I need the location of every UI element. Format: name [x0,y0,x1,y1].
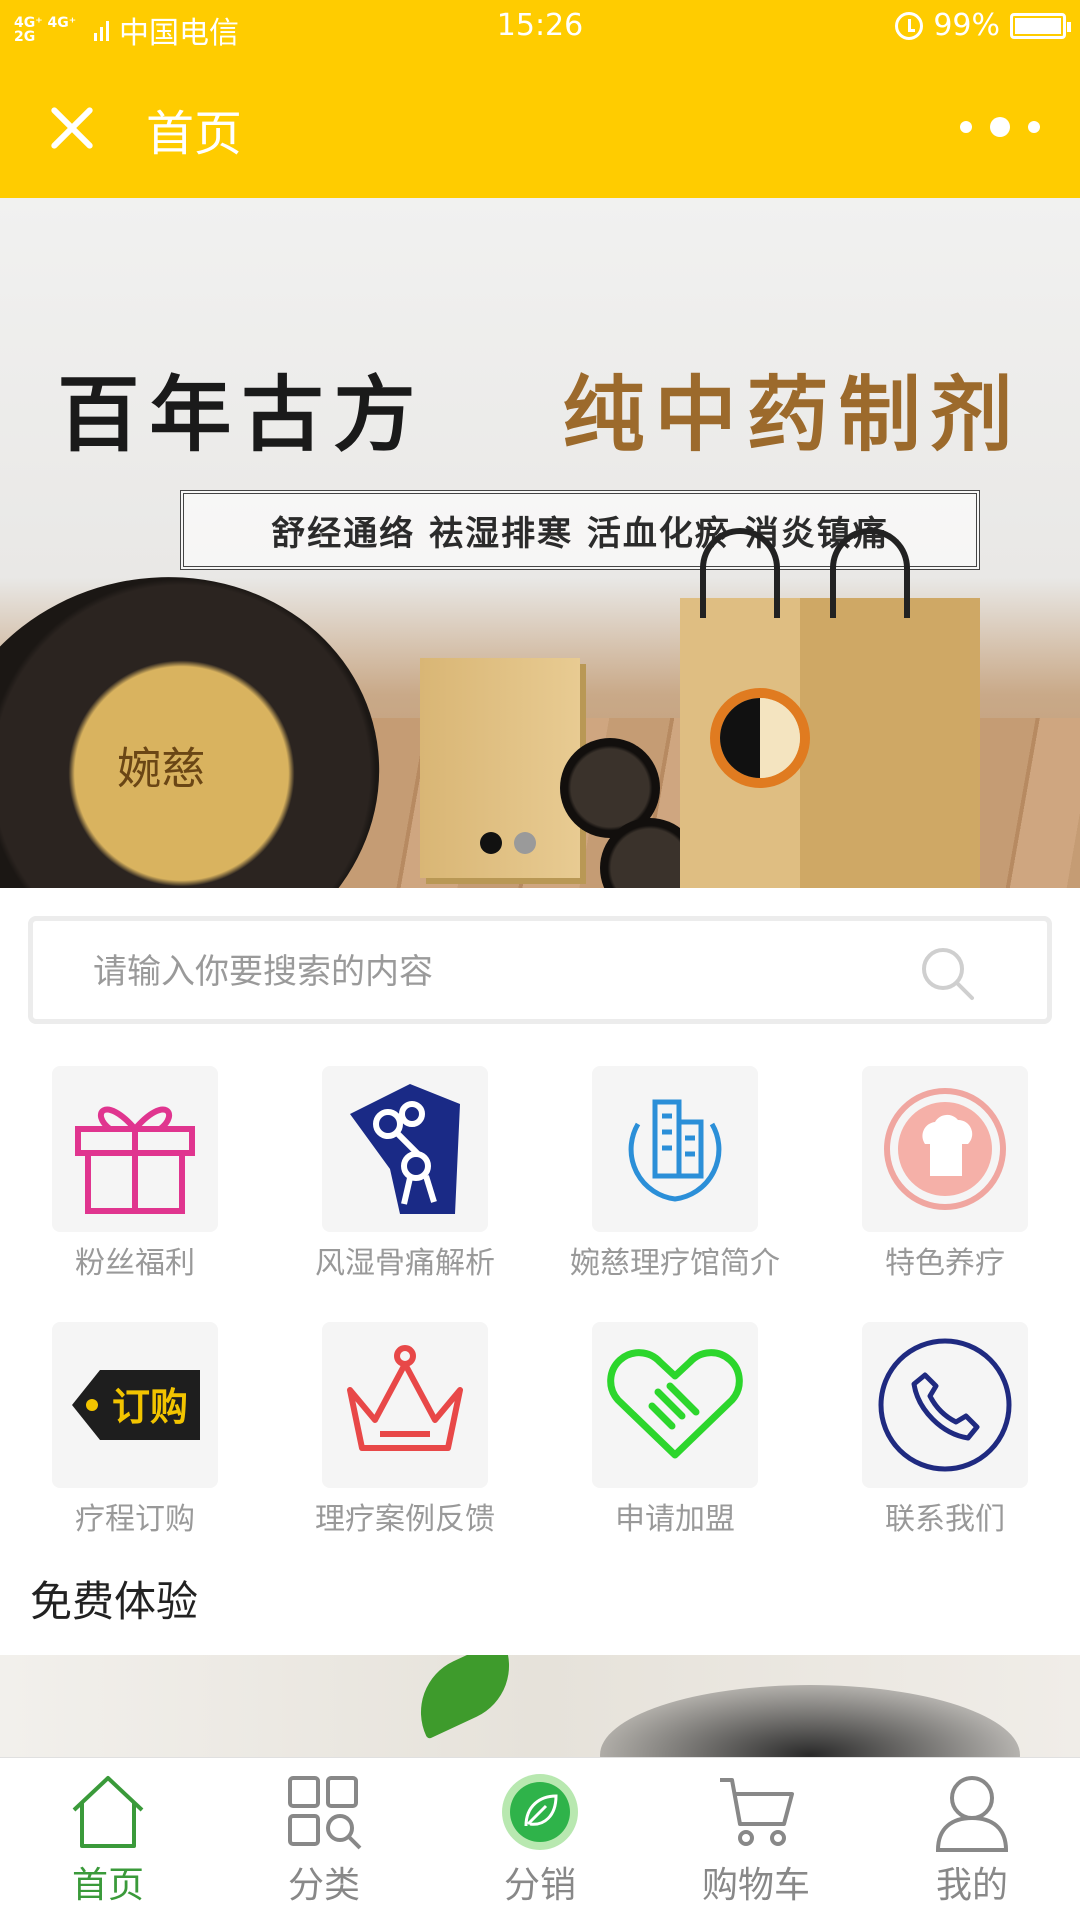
phone-icon [862,1322,1028,1488]
jar-brand-text: 婉慈 [117,743,206,795]
category-search-icon [288,1776,362,1850]
page-title: 首页 [146,106,243,162]
order-tag-icon: 订购 [52,1322,218,1488]
tab-label: 我的 [935,1865,1008,1906]
cart-icon [720,1778,794,1846]
order-badge-text: 订购 [112,1385,188,1429]
grid-item-special-care[interactable]: 特色养疗 [810,1066,1080,1306]
gift-bag-image [680,528,980,888]
search-icon[interactable] [919,945,975,1001]
status-bar: 4G⁺ 4G⁺ 2G 中国电信 15:26 99% [0,0,1080,56]
grid-item-course-order[interactable]: 订购 疗程订购 [0,1322,270,1562]
tab-profile[interactable]: 我的 [864,1758,1080,1920]
close-icon[interactable] [40,96,104,160]
status-right: 99% [895,8,1071,43]
grid-label: 婉慈理疗馆简介 [570,1246,780,1281]
search-input[interactable] [93,947,893,997]
bag-handle [830,528,910,618]
grid-item-clinic-intro[interactable]: 婉慈理疗馆简介 [540,1066,810,1306]
banner-headline-left: 百年古方 [57,367,426,463]
banner-headline-right: 纯中药制剂 [562,367,1023,463]
more-dots-icon[interactable] [960,112,1040,142]
building-icon [592,1066,758,1232]
carousel-dot[interactable] [514,832,536,854]
chef-hat-icon [862,1066,1028,1232]
section-title: 免费体验 [30,1577,199,1626]
grid-item-fans-welfare[interactable]: 粉丝福利 [0,1066,270,1306]
grid-label: 申请加盟 [615,1502,735,1537]
tab-cart[interactable]: 购物车 [648,1758,864,1920]
banner-carousel[interactable]: 百年古方 纯中药制剂 舒经通络 祛湿排寒 活血化瘀 消炎镇痛 婉慈 [0,198,1080,888]
tab-category[interactable]: 分类 [216,1758,432,1920]
grid-label: 理疗案例反馈 [315,1502,495,1537]
grid-label: 疗程订购 [75,1502,195,1537]
tab-home[interactable]: 首页 [0,1758,216,1920]
grid-label: 粉丝福利 [75,1246,195,1281]
grid-item-join[interactable]: 申请加盟 [540,1322,810,1562]
alarm-icon [895,11,924,40]
nav-bar: 首页 [0,56,1080,198]
tab-label: 首页 [71,1865,144,1906]
crown-icon [322,1322,488,1488]
search-bar[interactable] [28,916,1052,1024]
free-trial-banner[interactable] [0,1655,1080,1757]
handshake-heart-icon [592,1322,758,1488]
leaf-distribution-icon [502,1774,578,1850]
product-jar-image: 婉慈 [0,536,417,888]
carousel-indicator[interactable] [480,832,536,854]
bone-joint-icon [322,1066,488,1232]
user-icon [935,1776,1009,1852]
ink-decoration [600,1685,1020,1757]
grid-label: 特色养疗 [885,1246,1005,1281]
tab-label: 分销 [503,1865,576,1906]
battery-icon [1010,12,1071,39]
taiji-logo [720,698,800,778]
battery-percent: 99% [933,8,1000,43]
banner-headline: 百年古方 纯中药制剂 [0,348,1080,467]
tab-bar: 首页 分类 分销 购物车 我的 [0,1757,1080,1920]
tab-label: 分类 [287,1865,360,1906]
tab-label: 购物车 [701,1865,810,1906]
leaf-decoration [402,1655,528,1740]
carousel-dot[interactable] [480,832,502,854]
tab-distribution[interactable]: 分销 [432,1758,648,1920]
grid-item-contact[interactable]: 联系我们 [810,1322,1080,1562]
grid-label: 联系我们 [885,1502,1005,1537]
home-icon [72,1776,144,1848]
grid-item-rheumatism[interactable]: 风湿骨痛解析 [270,1066,540,1306]
gift-icon [52,1066,218,1232]
grid-item-case-feedback[interactable]: 理疗案例反馈 [270,1322,540,1562]
bag-handle [700,528,780,618]
grid-label: 风湿骨痛解析 [315,1246,495,1281]
